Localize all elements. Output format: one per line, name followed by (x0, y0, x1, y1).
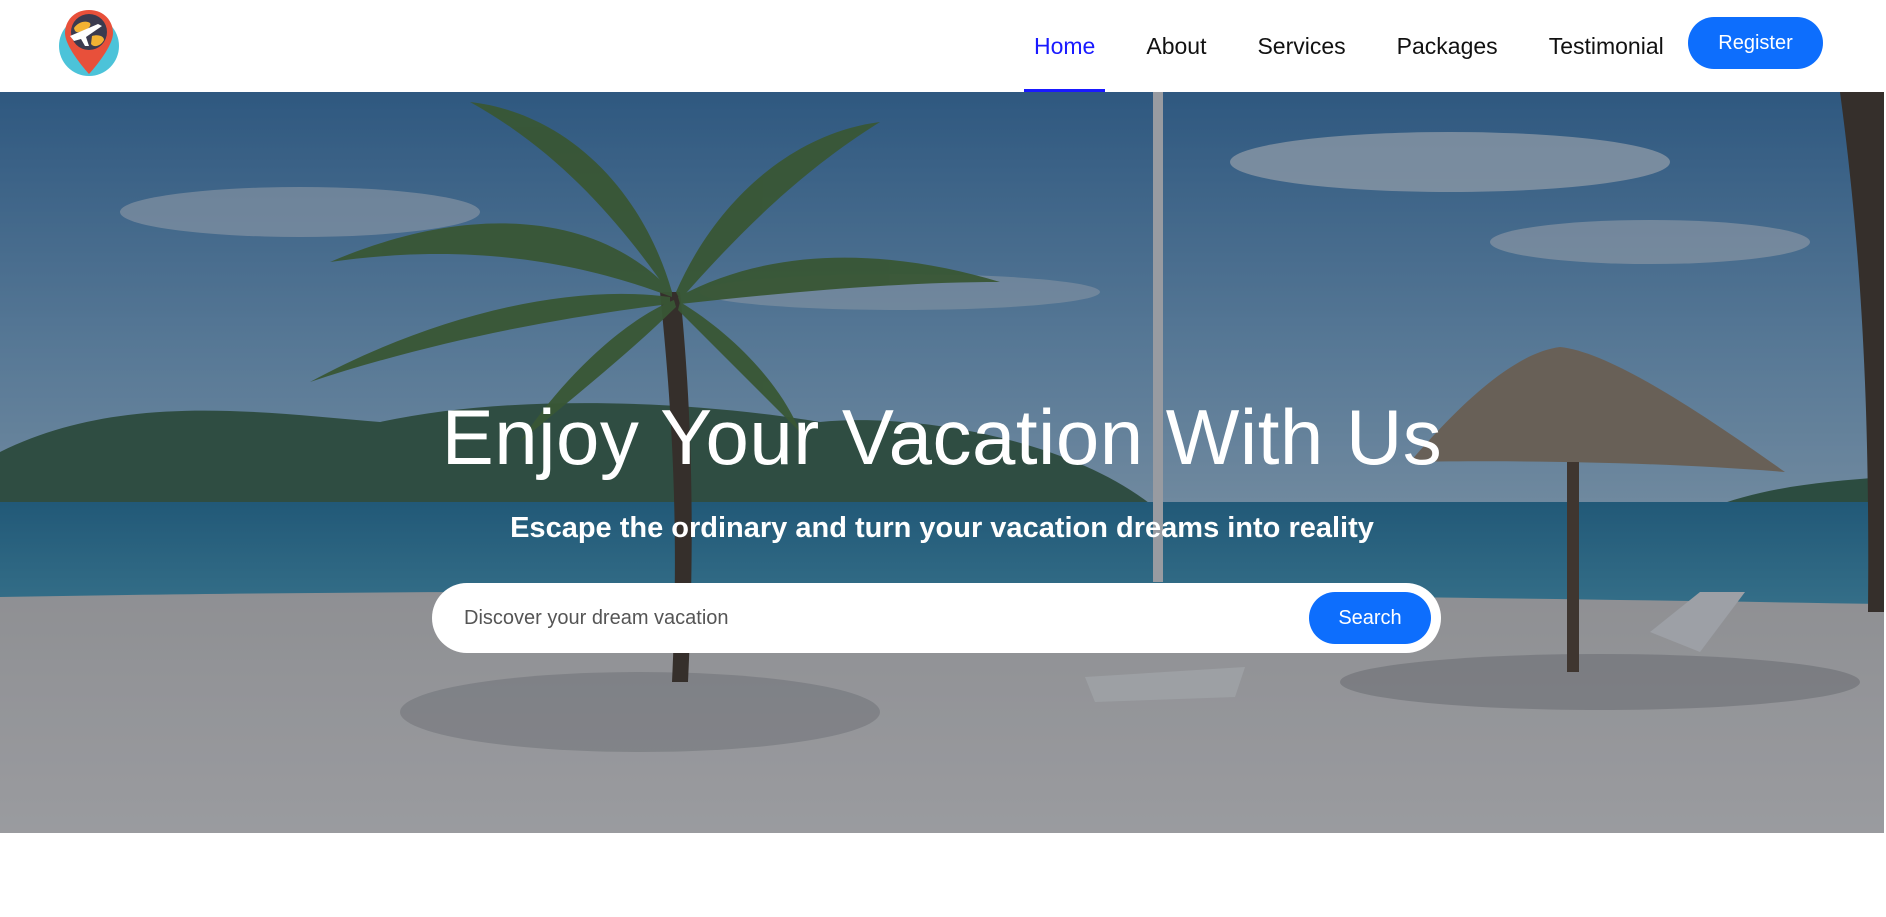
hero-section: Enjoy Your Vacation With Us Escape the o… (0, 92, 1884, 833)
nav-link-testimonial[interactable]: Testimonial (1539, 0, 1674, 92)
nav-link-home[interactable]: Home (1024, 0, 1106, 92)
search-button[interactable]: Search (1309, 592, 1431, 644)
hero-subtitle: Escape the ordinary and turn your vacati… (510, 512, 1374, 544)
search-bar: Search (432, 583, 1441, 653)
register-button[interactable]: Register (1688, 17, 1823, 69)
search-input[interactable] (462, 583, 1322, 653)
nav-link-packages[interactable]: Packages (1387, 0, 1508, 92)
main-nav: Home About Services Packages Testimonial (1024, 0, 1705, 92)
nav-link-services[interactable]: Services (1247, 0, 1355, 92)
globe-pin-plane-icon (59, 10, 119, 76)
hero-title: Enjoy Your Vacation With Us (441, 393, 1443, 481)
nav-link-about[interactable]: About (1136, 0, 1216, 92)
logo[interactable] (56, 6, 122, 76)
navbar: Home About Services Packages Testimonial… (0, 0, 1886, 92)
